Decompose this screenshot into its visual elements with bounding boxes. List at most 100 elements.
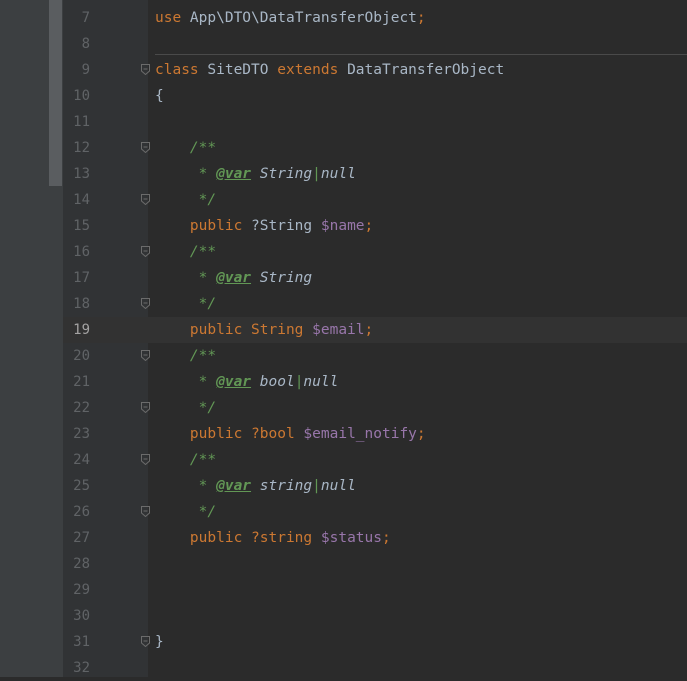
code-token: public [155,426,252,442]
code-line[interactable]: 29 [0,577,687,603]
fold-marker-icon[interactable] [141,454,150,465]
code-line[interactable]: 30 [0,603,687,629]
code-line[interactable]: 23 public ?bool $email_notify; [0,421,687,447]
code-token: ; [364,218,374,234]
line-number: 22 [73,400,90,416]
code-line[interactable]: 24 /** [0,447,687,473]
code-text: */ [155,187,216,213]
code-line[interactable]: 14 */ [0,187,687,213]
code-text: /** [155,239,216,265]
code-token: * [155,270,217,286]
code-token: $status [320,530,382,546]
code-text: */ [155,395,216,421]
line-number: 29 [73,582,90,598]
code-line[interactable]: 16 /** [0,239,687,265]
code-token: ?string [251,530,321,546]
line-number: 12 [73,140,90,156]
code-line[interactable]: 9 class SiteDTO extends DataTransferObjec… [0,57,687,83]
code-token: @var [216,478,252,494]
code-text: /** [155,447,216,473]
line-number: 23 [73,426,90,442]
code-token: /** [155,244,217,260]
code-line[interactable]: 7 use App\DTO\DataTransferObject; [0,5,687,31]
line-number: 28 [73,556,90,572]
fold-marker-icon[interactable] [141,350,150,361]
code-token: null [303,374,339,390]
code-token: ; [416,426,426,442]
code-text: class SiteDTO extends DataTransferObject [155,57,504,83]
code-line[interactable]: 13 * @var String|null [0,161,687,187]
code-line[interactable]: 20 /** [0,343,687,369]
code-token: | [312,478,321,494]
code-token: ?bool [251,426,304,442]
code-token: */ [155,400,217,416]
code-text: public String $email; [155,317,373,343]
line-number: 10 [73,88,90,104]
code-token: DataTransferObject [338,62,505,78]
code-line[interactable]: 10 { [0,83,687,109]
fold-marker-icon[interactable] [141,402,150,413]
fold-marker-icon[interactable] [141,64,150,75]
code-text: use App\DTO\DataTransferObject; [155,5,426,31]
line-number: 26 [73,504,90,520]
line-number: 13 [73,166,90,182]
code-line[interactable]: 21 * @var bool|null [0,369,687,395]
code-token: * [155,374,217,390]
code-text: public ?bool $email_notify; [155,421,426,447]
code-line[interactable]: 15 public ?String $name; [0,213,687,239]
code-line[interactable]: 12 /** [0,135,687,161]
code-token: @var [216,374,252,390]
code-token: /** [155,140,217,156]
code-token: String [251,270,313,286]
code-line[interactable]: 19 public String $email; [0,317,687,343]
code-token: App\DTO\DataTransferObject [181,10,417,26]
code-token: use [155,10,182,26]
code-token: public [155,218,252,234]
code-line[interactable]: 8 [0,31,687,57]
code-token: /** [155,452,217,468]
code-token: class [155,62,199,78]
line-number: 31 [73,634,90,650]
fold-marker-icon[interactable] [141,506,150,517]
code-token: */ [155,296,217,312]
code-token: String [251,322,313,338]
code-line[interactable]: 11 [0,109,687,135]
code-line[interactable]: 26 */ [0,499,687,525]
code-token: $email [312,322,365,338]
code-token: /** [155,348,217,364]
code-text: * @var string|null [155,473,356,499]
line-number: 15 [73,218,90,234]
code-token: } [155,634,164,650]
code-line[interactable]: 28 [0,551,687,577]
fold-marker-icon[interactable] [141,246,150,257]
code-token: public [155,322,252,338]
code-token: bool [251,374,295,390]
code-text: */ [155,499,216,525]
code-line[interactable]: 25 * @var string|null [0,473,687,499]
code-line[interactable]: 17 * @var String [0,265,687,291]
code-line[interactable]: 18 */ [0,291,687,317]
code-token: ; [364,322,374,338]
code-line[interactable]: 22 */ [0,395,687,421]
line-number: 9 [81,62,90,78]
code-token: ?String [251,218,321,234]
line-number: 11 [73,114,90,130]
fold-marker-icon[interactable] [141,298,150,309]
code-token: { [155,88,164,104]
code-line[interactable]: 31} [0,629,687,655]
fold-marker-icon[interactable] [141,636,150,647]
fold-marker-icon[interactable] [141,194,150,205]
code-text: /** [155,343,216,369]
code-token: */ [155,192,217,208]
line-number: 18 [73,296,90,312]
line-number: 30 [73,608,90,624]
code-text: * @var bool|null [155,369,339,395]
code-token: public [155,530,252,546]
code-token: @var [216,270,252,286]
fold-marker-icon[interactable] [141,142,150,153]
line-number: 20 [73,348,90,364]
code-line[interactable]: 27 public ?string $status; [0,525,687,551]
code-token: string [251,478,313,494]
code-token: $name [320,218,365,234]
code-line[interactable]: 32 [0,655,687,681]
